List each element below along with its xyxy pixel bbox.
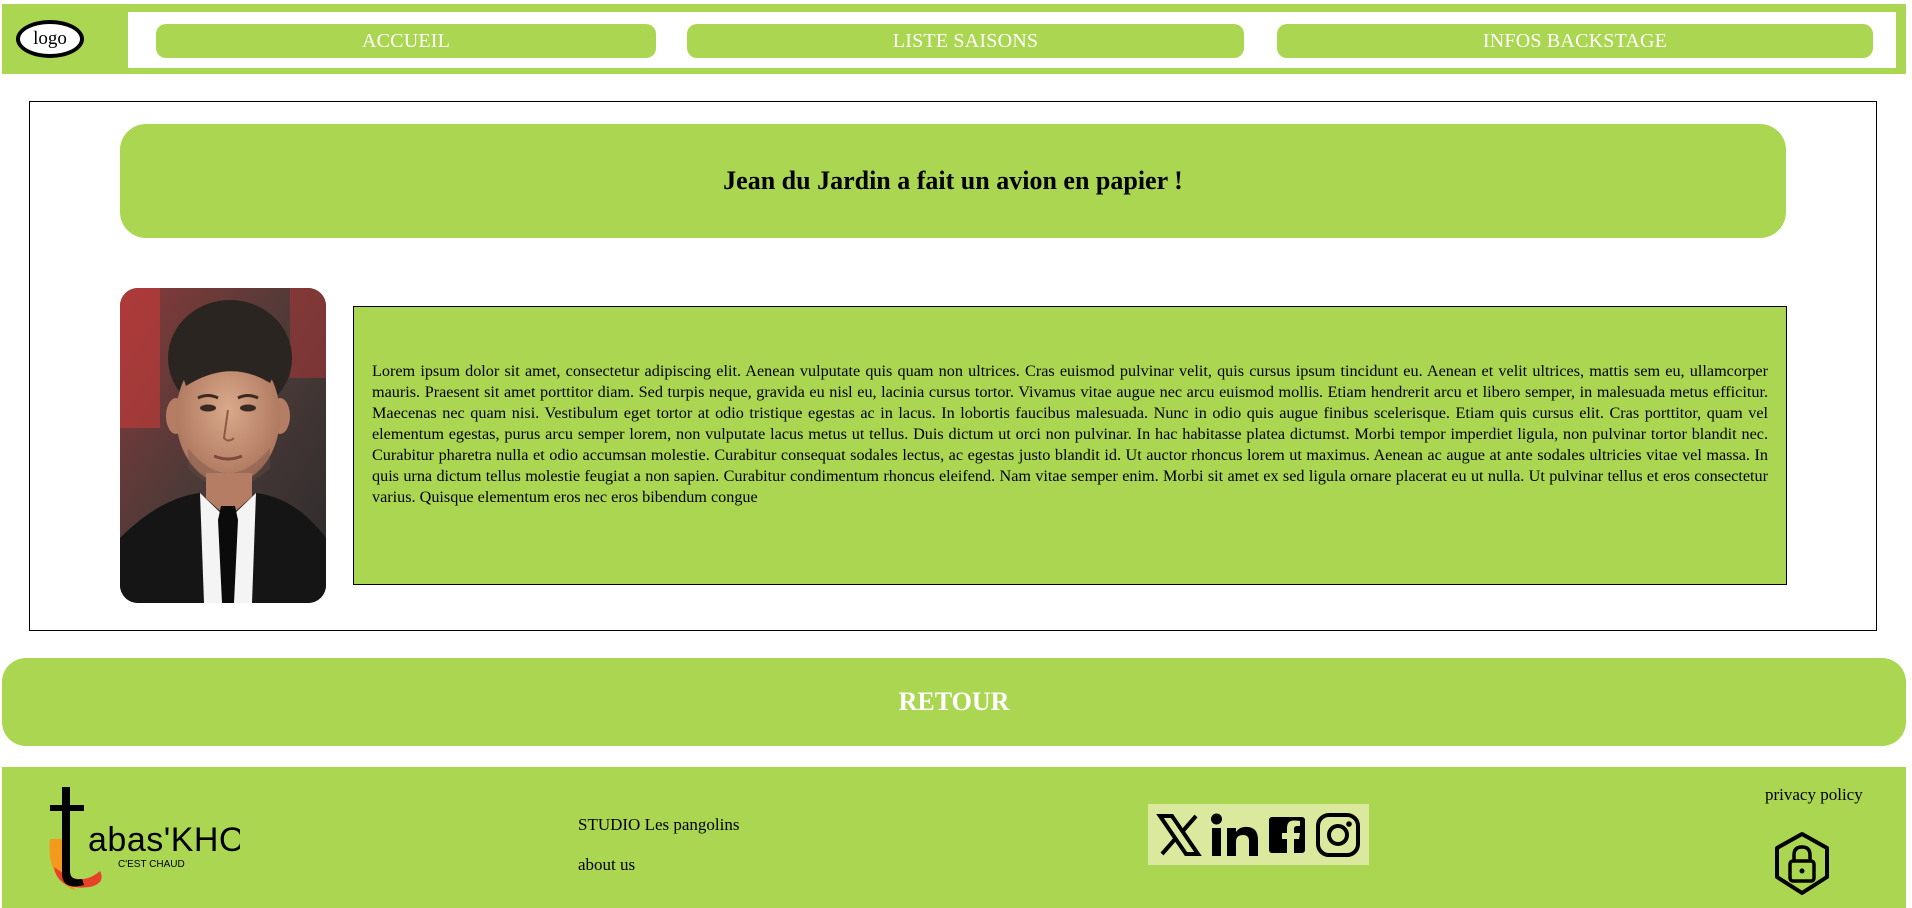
footer-link-studio[interactable]: STUDIO Les pangolins: [578, 815, 739, 835]
lock-shield-icon[interactable]: [1772, 831, 1832, 897]
top-nav: logo ACCUEIL LISTE SAISONS INFOS BACKSTA…: [2, 4, 1906, 74]
svg-text:C'EST CHAUD: C'EST CHAUD: [118, 859, 185, 870]
logo-area: logo: [2, 4, 128, 74]
facebook-icon[interactable]: [1267, 815, 1307, 855]
portrait-image: [120, 288, 326, 603]
footer-link-about[interactable]: about us: [578, 855, 635, 875]
instagram-icon[interactable]: [1315, 812, 1361, 858]
nav-menu: ACCUEIL LISTE SAISONS INFOS BACKSTAGE: [128, 12, 1896, 68]
tabaskho-logo-icon: abas'KHO C'EST CHAUD: [49, 787, 245, 891]
linkedin-icon[interactable]: [1210, 812, 1260, 858]
x-icon[interactable]: [1156, 812, 1202, 858]
logo-label: logo: [33, 28, 67, 49]
article-body-box: Lorem ipsum dolor sit amet, consectetur …: [353, 306, 1787, 585]
nav-item-liste-saisons[interactable]: LISTE SAISONS: [687, 24, 1244, 58]
article-title: Jean du Jardin a fait un avion en papier…: [120, 124, 1786, 238]
nav-item-infos-backstage[interactable]: INFOS BACKSTAGE: [1277, 24, 1873, 58]
footer-link-privacy[interactable]: privacy policy: [1765, 785, 1863, 805]
brand-logo[interactable]: abas'KHO C'EST CHAUD: [40, 779, 245, 897]
article-body: Lorem ipsum dolor sit amet, consectetur …: [372, 362, 1768, 506]
footer: abas'KHO C'EST CHAUD STUDIO Les pangolin…: [2, 767, 1906, 908]
svg-text:abas'KHO: abas'KHO: [88, 821, 240, 859]
logo[interactable]: logo: [16, 20, 84, 58]
retour-button[interactable]: RETOUR: [2, 658, 1906, 746]
nav-item-accueil[interactable]: ACCUEIL: [156, 24, 656, 58]
social-links: [1148, 804, 1369, 865]
article-photo: [120, 288, 326, 603]
